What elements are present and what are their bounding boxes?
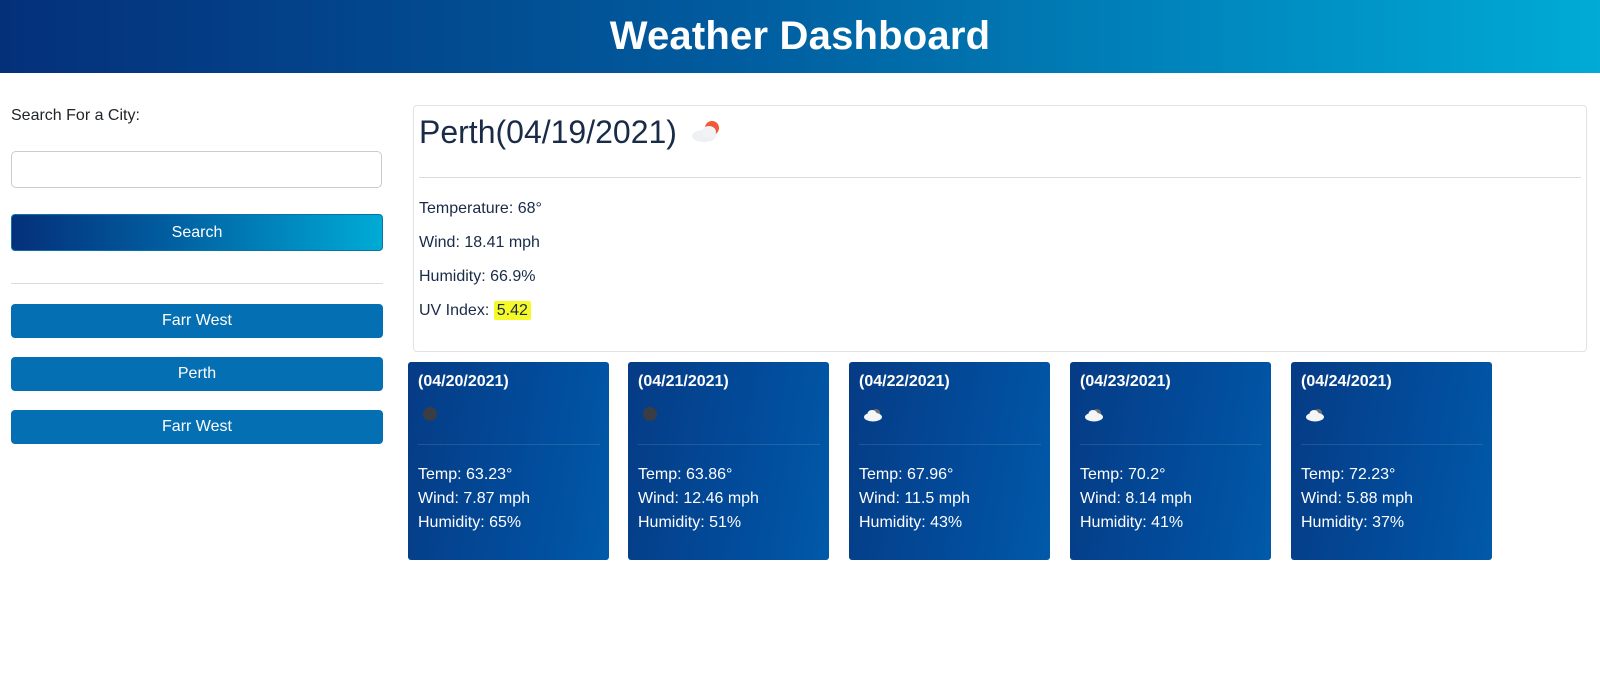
current-wind: Wind: 18.41 mph xyxy=(419,234,540,251)
cloud-icon xyxy=(1305,404,1327,426)
forecast-divider xyxy=(638,444,820,445)
forecast-temp: Temp: 67.96° xyxy=(859,466,954,483)
current-uv: UV Index: 5.42 xyxy=(419,301,531,320)
forecast-date: (04/21/2021) xyxy=(638,373,729,390)
forecast-humidity: Humidity: 43% xyxy=(859,514,963,531)
search-button[interactable]: Search xyxy=(11,214,383,251)
cloud-icon xyxy=(863,404,885,426)
forecast-card: (04/22/2021) Temp: 67.96° Wind: 11.5 mph… xyxy=(849,362,1050,560)
forecast-date: (04/23/2021) xyxy=(1080,373,1171,390)
sidebar-divider xyxy=(11,283,383,284)
forecast-humidity: Humidity: 51% xyxy=(638,514,742,531)
forecast-date: (04/24/2021) xyxy=(1301,373,1392,390)
forecast-date: (04/20/2021) xyxy=(418,373,509,390)
dark-circle-icon xyxy=(642,404,664,426)
forecast-wind: Wind: 11.5 mph xyxy=(859,490,970,507)
forecast-divider xyxy=(859,444,1041,445)
search-label: Search For a City: xyxy=(11,107,140,124)
search-input[interactable] xyxy=(11,151,382,188)
forecast-date: (04/22/2021) xyxy=(859,373,950,390)
forecast-divider xyxy=(1301,444,1483,445)
cloud-icon xyxy=(1084,404,1106,426)
forecast-humidity: Humidity: 41% xyxy=(1080,514,1184,531)
uv-label: UV Index: xyxy=(419,302,490,319)
current-weather-heading: Perth(04/19/2021) xyxy=(419,112,727,152)
forecast-divider xyxy=(1080,444,1262,445)
forecast-temp: Temp: 70.2° xyxy=(1080,466,1166,483)
forecast-wind: Wind: 12.46 mph xyxy=(638,490,759,507)
forecast-card: (04/21/2021) Temp: 63.86° Wind: 12.46 mp… xyxy=(628,362,829,560)
current-weather-card: Perth(04/19/2021) Temperature: 68° Wind:… xyxy=(413,105,1587,352)
app-header: Weather Dashboard xyxy=(0,0,1600,73)
current-divider xyxy=(419,177,1581,178)
dark-circle-icon xyxy=(422,404,444,426)
current-temperature: Temperature: 68° xyxy=(419,200,542,217)
forecast-wind: Wind: 5.88 mph xyxy=(1301,490,1414,507)
forecast-card: (04/20/2021) Temp: 63.23° Wind: 7.87 mph… xyxy=(408,362,609,560)
current-city-date: Perth(04/19/2021) xyxy=(419,113,677,150)
forecast-temp: Temp: 72.23° xyxy=(1301,466,1396,483)
forecast-humidity: Humidity: 37% xyxy=(1301,514,1405,531)
forecast-wind: Wind: 8.14 mph xyxy=(1080,490,1193,507)
forecast-card: (04/23/2021) Temp: 70.2° Wind: 8.14 mph … xyxy=(1070,362,1271,560)
current-humidity: Humidity: 66.9% xyxy=(419,268,536,285)
forecast-humidity: Humidity: 65% xyxy=(418,514,522,531)
history-button-perth[interactable]: Perth xyxy=(11,357,383,391)
forecast-wind: Wind: 7.87 mph xyxy=(418,490,531,507)
page-title: Weather Dashboard xyxy=(609,14,991,58)
forecast-temp: Temp: 63.86° xyxy=(638,466,733,483)
uv-badge: 5.42 xyxy=(493,301,531,320)
history-button-farr-west-2[interactable]: Farr West xyxy=(11,410,383,444)
forecast-temp: Temp: 63.23° xyxy=(418,466,513,483)
forecast-divider xyxy=(418,444,600,445)
forecast-card: (04/24/2021) Temp: 72.23° Wind: 5.88 mph… xyxy=(1291,362,1492,560)
cloud-sun-icon xyxy=(687,112,727,152)
history-button-farr-west[interactable]: Farr West xyxy=(11,304,383,338)
